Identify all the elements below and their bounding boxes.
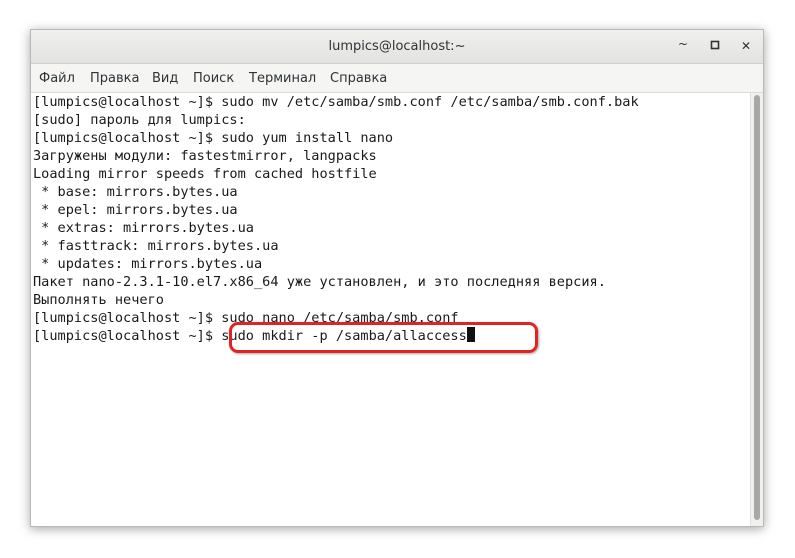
menu-help[interactable]: Справка bbox=[330, 71, 387, 86]
scrollbar[interactable] bbox=[750, 93, 763, 526]
terminal-line: * epel: mirrors.bytes.ua bbox=[33, 202, 238, 218]
maximize-icon[interactable] bbox=[707, 38, 723, 54]
menu-bar: Файл Правка Вид Поиск Терминал Справка bbox=[31, 64, 763, 93]
terminal-line: [lumpics@localhost ~]$ sudo yum install … bbox=[33, 130, 394, 146]
menu-file[interactable]: Файл bbox=[39, 71, 75, 86]
menu-view[interactable]: Вид bbox=[152, 71, 178, 86]
menu-search[interactable]: Поиск bbox=[193, 71, 234, 86]
terminal-line: * extras: mirrors.bytes.ua bbox=[33, 220, 254, 236]
terminal-line: [lumpics@localhost ~]$ sudo mv /etc/samb… bbox=[33, 94, 639, 110]
terminal-line: [sudo] пароль для lumpics: bbox=[33, 112, 246, 128]
menu-edit[interactable]: Правка bbox=[90, 71, 139, 86]
window-title: lumpics@localhost:~ bbox=[328, 39, 466, 54]
minimize-icon[interactable]: ~ bbox=[675, 36, 691, 52]
terminal-line: Loading mirror speeds from cached hostfi… bbox=[33, 166, 377, 182]
command-highlight-annotation bbox=[229, 322, 538, 353]
terminal-output[interactable]: [lumpics@localhost ~]$ sudo mv /etc/samb… bbox=[31, 93, 749, 526]
terminal-line: Загружены модули: fastestmirror, langpac… bbox=[33, 148, 377, 164]
title-bar[interactable]: lumpics@localhost:~ ~ ✕ bbox=[31, 30, 763, 64]
terminal-line: * base: mirrors.bytes.ua bbox=[33, 184, 238, 200]
terminal-line: * updates: mirrors.bytes.ua bbox=[33, 256, 263, 272]
close-icon[interactable]: ✕ bbox=[738, 38, 754, 54]
menu-terminal[interactable]: Терминал bbox=[249, 71, 316, 86]
terminal-line: Пакет nano-2.3.1-10.el7.x86_64 уже устан… bbox=[33, 274, 606, 290]
terminal-line: Выполнять нечего bbox=[33, 292, 164, 308]
terminal-window: lumpics@localhost:~ ~ ✕ Файл Правка Вид … bbox=[30, 29, 764, 527]
terminal-line: * fasttrack: mirrors.bytes.ua bbox=[33, 238, 279, 254]
prompt: [lumpics@localhost ~]$ bbox=[33, 328, 222, 344]
scrollbar-thumb[interactable] bbox=[754, 95, 760, 520]
